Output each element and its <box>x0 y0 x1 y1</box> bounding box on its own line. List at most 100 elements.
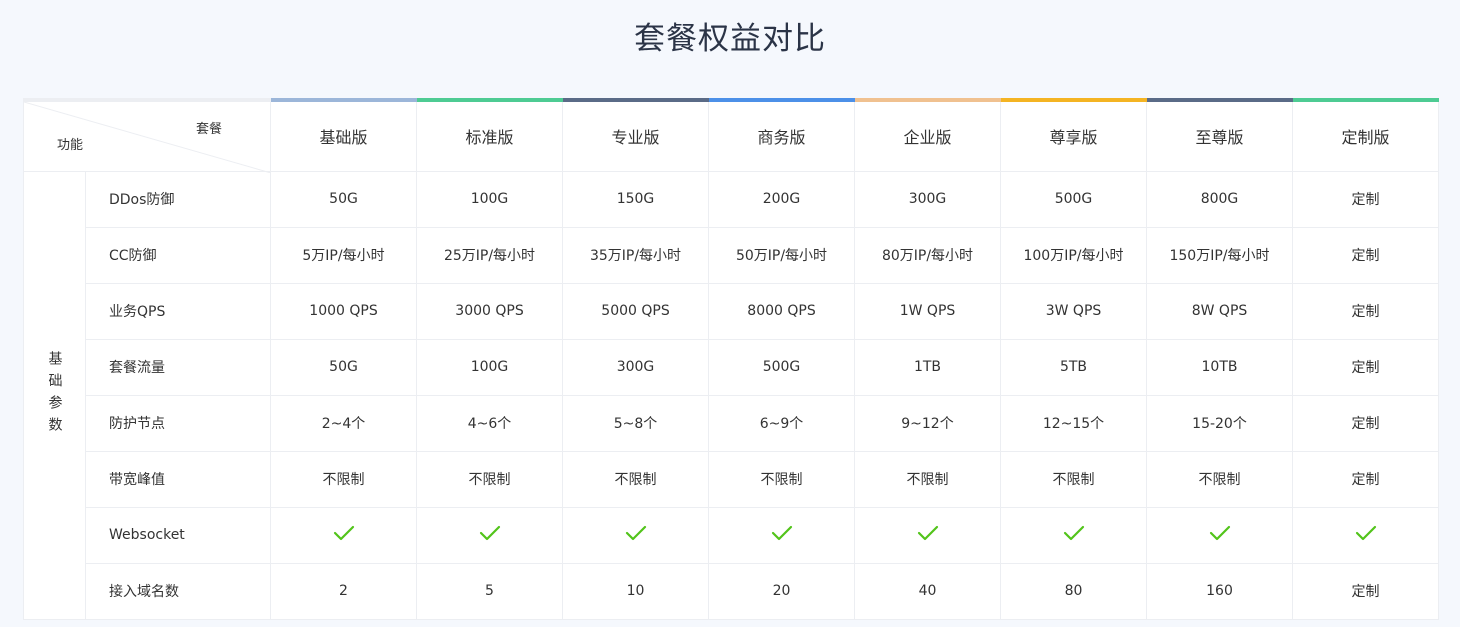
table-cell: 50万IP/每小时 <box>708 226 855 284</box>
feature-name: 带宽峰值 <box>85 450 271 508</box>
check-icon <box>333 525 354 541</box>
table-cell: 300G <box>562 338 709 396</box>
table-cell: 20 <box>708 562 855 620</box>
table-cell: 5 <box>416 562 563 620</box>
table-cell: 200G <box>708 170 855 228</box>
table-cell <box>270 506 417 564</box>
feature-name: DDos防御 <box>85 170 271 228</box>
table-cell <box>562 506 709 564</box>
table-cell: 80 <box>1000 562 1147 620</box>
table-cell: 500G <box>708 338 855 396</box>
table-cell <box>1292 506 1439 564</box>
table-cell: 不限制 <box>270 450 417 508</box>
table-cell: 6~9个 <box>708 394 855 452</box>
table-cell: 25万IP/每小时 <box>416 226 563 284</box>
table-cell: 8000 QPS <box>708 282 855 340</box>
table-cell: 不限制 <box>1146 450 1293 508</box>
corner-header: 套餐 功能 <box>23 98 271 173</box>
table-cell: 100G <box>416 170 563 228</box>
table-row: 防护节点 2~4个 4~6个 5~8个 6~9个 9~12个 12~15个 15-20个 定制 <box>24 394 1439 452</box>
check-icon <box>479 525 500 541</box>
table-cell: 80万IP/每小时 <box>854 226 1001 284</box>
table-cell: 12~15个 <box>1000 394 1147 452</box>
feature-name: 接入域名数 <box>85 562 271 620</box>
table-cell: 8W QPS <box>1146 282 1293 340</box>
page-title: 套餐权益对比 <box>634 21 826 57</box>
table-cell: 1000 QPS <box>270 282 417 340</box>
table-cell <box>708 506 855 564</box>
table-cell: 100万IP/每小时 <box>1000 226 1147 284</box>
plan-header-premium: 尊享版 <box>1000 98 1147 172</box>
table-cell: 500G <box>1000 170 1147 228</box>
table-row: 业务QPS 1000 QPS 3000 QPS 5000 QPS 8000 QPS 1W … <box>24 282 1439 340</box>
plan-header-standard: 标准版 <box>416 98 563 172</box>
table-cell: 定制 <box>1292 170 1439 228</box>
table-cell: 1TB <box>854 338 1001 396</box>
table-row: 基础参数 DDos防御 50G 100G 150G 200G 300G 500G 800G 定制 <box>23 170 1439 620</box>
table-row: 带宽峰值 不限制 不限制 不限制 不限制 不限制 不限制 不限制 定制 <box>24 450 1439 508</box>
table-cell: 定制 <box>1292 450 1439 508</box>
check-icon <box>1063 525 1084 541</box>
table-cell: 800G <box>1146 170 1293 228</box>
check-icon <box>1209 525 1230 541</box>
corner-feature-label: 功能 <box>57 137 84 153</box>
check-icon <box>771 525 792 541</box>
table-cell: 50G <box>270 338 417 396</box>
feature-name: 业务QPS <box>85 282 271 340</box>
table-cell: 150G <box>562 170 709 228</box>
table-cell: 不限制 <box>562 450 709 508</box>
feature-name: 防护节点 <box>85 394 271 452</box>
check-icon <box>625 525 646 541</box>
table-cell: 不限制 <box>1000 450 1147 508</box>
table-cell: 2 <box>270 562 417 620</box>
table-cell: 5~8个 <box>562 394 709 452</box>
table-cell: 100G <box>416 338 563 396</box>
table-bottom-edge <box>23 619 1438 627</box>
table-cell: 5万IP/每小时 <box>270 226 417 284</box>
table-cell: 2~4个 <box>270 394 417 452</box>
table-cell: 3W QPS <box>1000 282 1147 340</box>
table-cell: 定制 <box>1292 562 1439 620</box>
table-cell: 3000 QPS <box>416 282 563 340</box>
table-row: Websocket <box>24 506 1439 564</box>
plan-header-enterprise: 企业版 <box>854 98 1001 172</box>
table-cell: 9~12个 <box>854 394 1001 452</box>
table-cell: 定制 <box>1292 338 1439 396</box>
table-cell: 5TB <box>1000 338 1147 396</box>
feature-name: Websocket <box>85 506 271 564</box>
table-cell: 1W QPS <box>854 282 1001 340</box>
table-cell <box>1146 506 1293 564</box>
feature-name: CC防御 <box>85 226 271 284</box>
header-row: 套餐 功能 基础版 标准版 专业版 商务版 企业版 尊享版 至尊版 定制版 <box>23 98 1439 173</box>
feature-name: 套餐流量 <box>85 338 271 396</box>
table-cell: 160 <box>1146 562 1293 620</box>
table-cell: 10TB <box>1146 338 1293 396</box>
table-cell: 50G <box>270 170 417 228</box>
check-icon <box>917 525 938 541</box>
plan-header-custom: 定制版 <box>1292 98 1439 172</box>
table-cell: 不限制 <box>416 450 563 508</box>
check-icon <box>1355 525 1376 541</box>
group-label: 基础参数 <box>23 170 86 620</box>
table-cell: 300G <box>854 170 1001 228</box>
corner-plan-label: 套餐 <box>195 122 222 137</box>
table-cell: 定制 <box>1292 394 1439 452</box>
table-cell: 不限制 <box>708 450 855 508</box>
table-cell <box>1000 506 1147 564</box>
plan-header-basic: 基础版 <box>270 98 417 172</box>
table-cell: 35万IP/每小时 <box>562 226 709 284</box>
plan-comparison-table: 套餐 功能 基础版 标准版 专业版 商务版 企业版 尊享版 至尊版 定制版 基础… <box>23 98 1439 620</box>
table-cell: 150万IP/每小时 <box>1146 226 1293 284</box>
table-cell: 40 <box>854 562 1001 620</box>
plan-header-business: 商务版 <box>708 98 855 172</box>
plan-header-supreme: 至尊版 <box>1146 98 1293 172</box>
plan-header-professional: 专业版 <box>562 98 709 172</box>
table-cell: 定制 <box>1292 282 1439 340</box>
table-row: 接入域名数 2 5 10 20 40 80 160 定制 <box>24 562 1439 620</box>
table-cell <box>854 506 1001 564</box>
table-cell: 5000 QPS <box>562 282 709 340</box>
table-cell: 15-20个 <box>1146 394 1293 452</box>
table-row: CC防御 5万IP/每小时 25万IP/每小时 35万IP/每小时 50万IP/每小时 8… <box>24 226 1439 284</box>
table-cell: 4~6个 <box>416 394 563 452</box>
table-cell: 不限制 <box>854 450 1001 508</box>
